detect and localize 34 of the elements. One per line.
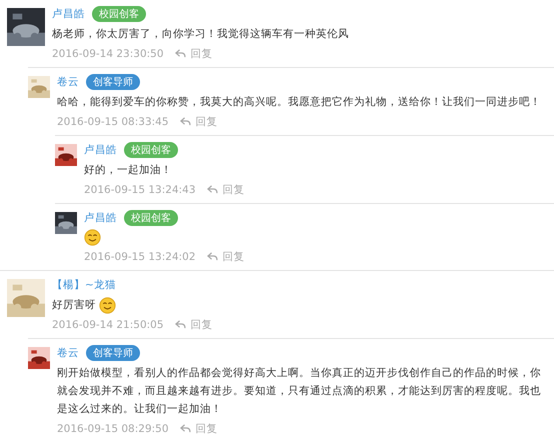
- reply-icon[interactable]: [180, 117, 191, 126]
- timestamp: 2016-09-14 21:50:05: [52, 318, 164, 330]
- author-name[interactable]: 卢昌皓: [52, 7, 85, 21]
- author-name[interactable]: 【楊】~龙猫: [52, 278, 116, 292]
- role-badge: 创客导师: [86, 345, 140, 361]
- author-name[interactable]: 卷云: [57, 75, 79, 89]
- role-badge: 校园创客: [124, 142, 178, 158]
- reply-icon[interactable]: [174, 320, 186, 329]
- reply-link[interactable]: 回复: [190, 318, 213, 332]
- reply-icon[interactable]: [206, 252, 218, 261]
- timestamp: 2016-09-15 08:33:45: [57, 116, 169, 128]
- comment-text: 杨老师，你太厉害了，向你学习！我觉得这辆车有一种英伦风: [52, 27, 349, 42]
- comment-text: 好厉害呀: [52, 298, 96, 313]
- author-name[interactable]: 卢昌皓: [84, 211, 117, 225]
- reply-link[interactable]: 回复: [196, 114, 218, 128]
- timestamp: 2016-09-15 13:24:02: [84, 250, 196, 262]
- reply-icon[interactable]: [180, 424, 191, 433]
- author-name[interactable]: 卷云: [57, 346, 79, 360]
- reply-icon[interactable]: [174, 49, 186, 58]
- reply-link[interactable]: 回复: [222, 250, 245, 264]
- timestamp: 2016-09-15 13:24:43: [84, 184, 196, 196]
- timestamp: 2016-09-14 23:30:50: [52, 48, 164, 60]
- timestamp: 2016-09-15 08:29:50: [57, 422, 169, 434]
- role-badge: 校园创客: [124, 210, 178, 226]
- reply-link[interactable]: 回复: [190, 46, 213, 60]
- comment-text: 刚开始做模型，看别人的作品都会觉得好高大上啊。当你真正的迈开步伐创作自己的作品的时候，你就会发现并不难，而且越来越有进步。要知道，只有通过点滴的积累，才能达到厉害的程度呢。我也是这么过来的。让我们一起加油！: [57, 366, 542, 417]
- role-badge: 创客导师: [86, 74, 140, 90]
- comment-text: 好的，一起加油！: [84, 163, 172, 178]
- reply-link[interactable]: 回复: [196, 422, 218, 436]
- comment-text: 哈哈，能得到爱车的你称赞，我莫大的高兴呢。我愿意把它作为礼物，送给你！让我们一同进步吧！: [57, 95, 541, 110]
- reply-icon[interactable]: [206, 185, 218, 194]
- role-badge: 校园创客: [92, 6, 146, 22]
- author-name[interactable]: 卢昌皓: [84, 143, 117, 157]
- reply-link[interactable]: 回复: [222, 182, 245, 196]
